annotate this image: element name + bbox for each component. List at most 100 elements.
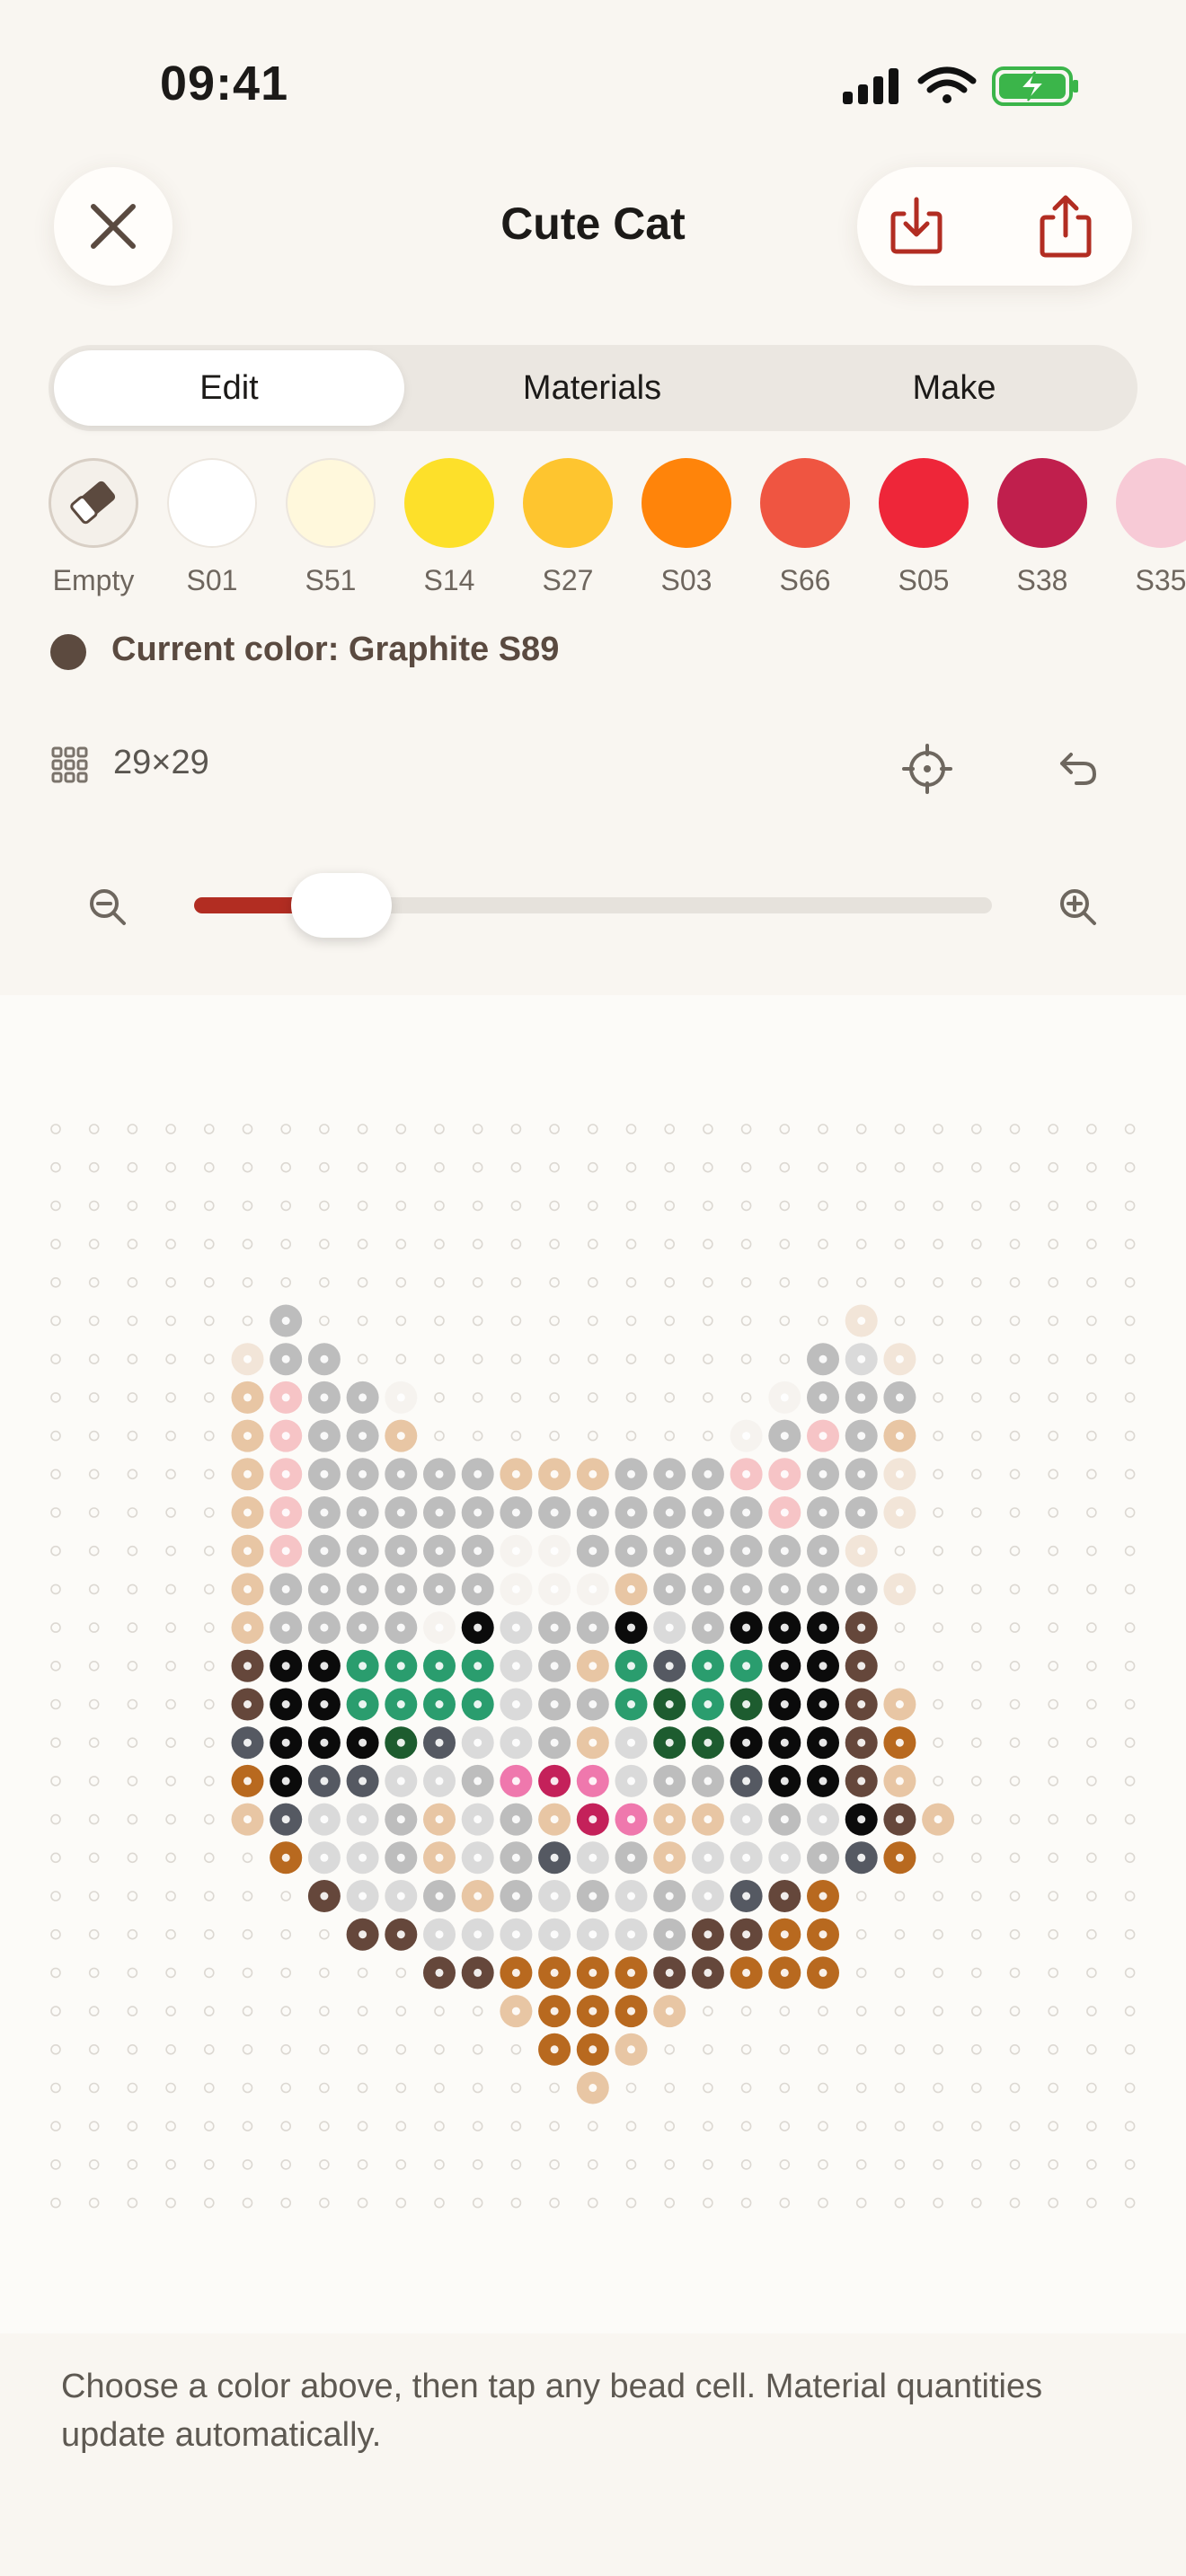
empty-bead-cell[interactable] <box>1124 1161 1136 1173</box>
empty-bead-cell[interactable] <box>88 1698 100 1710</box>
empty-bead-cell[interactable] <box>933 1315 943 1327</box>
empty-bead-cell[interactable] <box>1086 1315 1097 1327</box>
empty-bead-cell[interactable] <box>1124 1239 1136 1249</box>
empty-bead-cell[interactable] <box>165 1776 176 1786</box>
empty-bead-cell[interactable] <box>1124 2006 1136 2016</box>
empty-bead-cell[interactable] <box>165 1124 176 1134</box>
empty-bead-cell[interactable] <box>88 1161 100 1173</box>
empty-bead-cell[interactable] <box>1086 1430 1097 1442</box>
empty-bead-cell[interactable] <box>1086 2044 1097 2055</box>
empty-bead-cell[interactable] <box>625 1200 637 1212</box>
empty-bead-cell[interactable] <box>88 1928 100 1940</box>
empty-bead-cell[interactable] <box>280 1967 292 1979</box>
empty-bead-cell[interactable] <box>1124 1737 1136 1749</box>
empty-bead-cell[interactable] <box>88 2044 100 2055</box>
empty-bead-cell[interactable] <box>319 1124 330 1134</box>
empty-bead-cell[interactable] <box>472 2121 483 2131</box>
swatch-s35[interactable] <box>1116 458 1186 548</box>
empty-bead-cell[interactable] <box>625 1430 637 1442</box>
empty-bead-cell[interactable] <box>740 1124 752 1134</box>
empty-bead-cell[interactable] <box>587 1392 598 1403</box>
empty-bead-cell[interactable] <box>1124 1276 1136 1288</box>
empty-bead-cell[interactable] <box>933 2044 943 2055</box>
empty-bead-cell[interactable] <box>204 1545 215 1557</box>
empty-bead-cell[interactable] <box>319 1967 330 1979</box>
empty-bead-cell[interactable] <box>50 2159 61 2170</box>
empty-bead-cell[interactable] <box>88 1354 100 1365</box>
empty-bead-cell[interactable] <box>933 1354 943 1365</box>
empty-bead-cell[interactable] <box>510 1124 522 1134</box>
empty-bead-cell[interactable] <box>165 1239 176 1249</box>
empty-bead-cell[interactable] <box>1048 2044 1058 2055</box>
empty-bead-cell[interactable] <box>50 1813 61 1825</box>
empty-bead-cell[interactable] <box>664 2044 676 2055</box>
empty-bead-cell[interactable] <box>779 2006 791 2016</box>
empty-bead-cell[interactable] <box>1086 1698 1097 1710</box>
empty-bead-cell[interactable] <box>510 1315 522 1327</box>
empty-bead-cell[interactable] <box>204 1622 215 1633</box>
empty-bead-cell[interactable] <box>1086 1584 1097 1595</box>
empty-bead-cell[interactable] <box>127 1891 138 1901</box>
empty-bead-cell[interactable] <box>127 1584 138 1595</box>
download-button[interactable] <box>877 187 956 266</box>
empty-bead-cell[interactable] <box>472 1161 483 1173</box>
empty-bead-cell[interactable] <box>204 1660 215 1672</box>
empty-bead-cell[interactable] <box>855 1161 867 1173</box>
empty-bead-cell[interactable] <box>549 2197 560 2209</box>
empty-bead-cell[interactable] <box>779 2121 791 2131</box>
empty-bead-cell[interactable] <box>855 2006 867 2016</box>
empty-bead-cell[interactable] <box>1048 2121 1058 2131</box>
empty-bead-cell[interactable] <box>779 1200 791 1212</box>
empty-bead-cell[interactable] <box>165 1852 176 1864</box>
empty-bead-cell[interactable] <box>1124 1124 1136 1134</box>
empty-bead-cell[interactable] <box>1124 1660 1136 1672</box>
empty-bead-cell[interactable] <box>703 1430 713 1442</box>
empty-bead-cell[interactable] <box>971 1545 982 1557</box>
empty-bead-cell[interactable] <box>204 2197 215 2209</box>
empty-bead-cell[interactable] <box>1086 2121 1097 2131</box>
empty-bead-cell[interactable] <box>1048 1967 1058 1979</box>
empty-bead-cell[interactable] <box>472 2159 483 2170</box>
empty-bead-cell[interactable] <box>127 1430 138 1442</box>
empty-bead-cell[interactable] <box>587 1239 598 1249</box>
empty-bead-cell[interactable] <box>971 1200 982 1212</box>
empty-bead-cell[interactable] <box>818 2159 828 2170</box>
empty-bead-cell[interactable] <box>1048 1891 1058 1901</box>
empty-bead-cell[interactable] <box>664 2082 676 2094</box>
empty-bead-cell[interactable] <box>1124 1507 1136 1518</box>
empty-bead-cell[interactable] <box>664 2121 676 2131</box>
empty-bead-cell[interactable] <box>703 1239 713 1249</box>
empty-bead-cell[interactable] <box>127 2159 138 2170</box>
empty-bead-cell[interactable] <box>933 1891 943 1901</box>
empty-bead-cell[interactable] <box>127 1354 138 1365</box>
empty-bead-cell[interactable] <box>395 2006 407 2016</box>
bead-grid[interactable] <box>0 995 1186 2333</box>
empty-bead-cell[interactable] <box>855 1967 867 1979</box>
empty-bead-cell[interactable] <box>855 2082 867 2094</box>
empty-bead-cell[interactable] <box>933 1469 943 1480</box>
empty-bead-cell[interactable] <box>894 1239 906 1249</box>
empty-bead-cell[interactable] <box>1086 1852 1097 1864</box>
empty-bead-cell[interactable] <box>395 2121 407 2131</box>
empty-bead-cell[interactable] <box>549 1315 560 1327</box>
zoom-slider-thumb[interactable] <box>291 873 393 938</box>
empty-bead-cell[interactable] <box>319 1276 330 1288</box>
empty-bead-cell[interactable] <box>280 1124 292 1134</box>
empty-bead-cell[interactable] <box>204 1967 215 1979</box>
empty-bead-cell[interactable] <box>549 1239 560 1249</box>
empty-bead-cell[interactable] <box>204 1392 215 1403</box>
empty-bead-cell[interactable] <box>242 1891 253 1901</box>
empty-bead-cell[interactable] <box>1009 1622 1021 1633</box>
empty-bead-cell[interactable] <box>319 2121 330 2131</box>
empty-bead-cell[interactable] <box>740 2082 752 2094</box>
empty-bead-cell[interactable] <box>50 1967 61 1979</box>
empty-bead-cell[interactable] <box>50 1776 61 1786</box>
empty-bead-cell[interactable] <box>165 2006 176 2016</box>
empty-bead-cell[interactable] <box>855 2197 867 2209</box>
empty-bead-cell[interactable] <box>933 2006 943 2016</box>
empty-bead-cell[interactable] <box>1048 1430 1058 1442</box>
empty-bead-cell[interactable] <box>1086 1469 1097 1480</box>
empty-bead-cell[interactable] <box>1009 2197 1021 2209</box>
empty-bead-cell[interactable] <box>549 2159 560 2170</box>
tab-make[interactable]: Make <box>776 345 1132 431</box>
